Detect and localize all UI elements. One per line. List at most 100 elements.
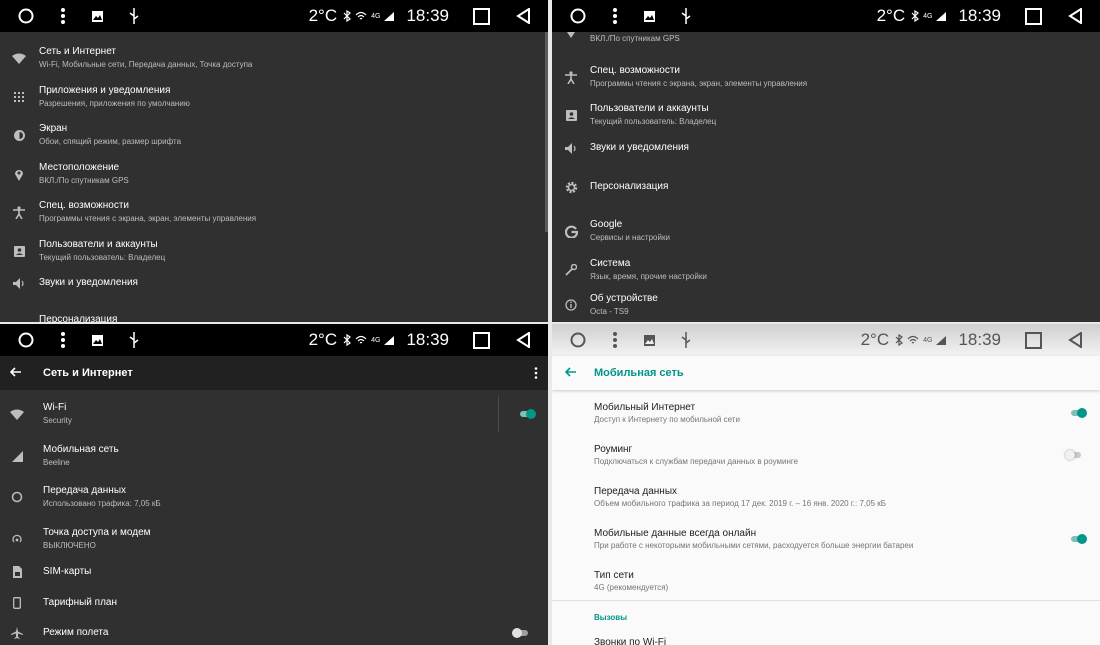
more-vert-icon[interactable]	[612, 331, 618, 349]
clock: 18:39	[406, 330, 449, 349]
image-icon	[92, 334, 103, 346]
list-item[interactable]: Передача данных Использовано трафика: 7,0…	[0, 479, 548, 515]
list-item[interactable]: Мобильная сеть Beeline	[0, 438, 548, 474]
data-usage-icon	[10, 490, 24, 504]
signal-icon	[936, 11, 947, 21]
accessibility-icon	[12, 205, 26, 219]
signal-icon	[384, 335, 395, 345]
image-icon	[92, 10, 103, 22]
accessibility-icon	[564, 70, 578, 84]
recents-button[interactable]	[1025, 331, 1042, 349]
list-item[interactable]: Система Язык, время, прочие настройки	[552, 252, 1100, 288]
list-item-roaming[interactable]: Роуминг Подключаться к службам передачи д…	[552, 440, 1100, 470]
status-bar: 2°C 4G 18:39	[552, 0, 1100, 32]
wifi-toggle[interactable]	[520, 409, 536, 419]
list-item[interactable]: Звуки и уведомления	[552, 137, 1100, 159]
list-item[interactable]: Тарифный план	[0, 592, 548, 614]
clock: 18:39	[958, 330, 1001, 349]
divider	[552, 600, 1100, 601]
image-icon	[644, 334, 655, 346]
toolbar: Мобильная сеть	[552, 356, 1100, 390]
bluetooth-icon	[895, 334, 904, 346]
list-item[interactable]: SIM-карты	[0, 561, 548, 583]
more-vert-icon[interactable]	[60, 331, 66, 349]
arrow-back-icon[interactable]	[10, 367, 21, 377]
page-title: Сеть и Интернет	[43, 367, 133, 379]
hotspot-icon	[10, 532, 24, 546]
back-icon[interactable]	[516, 332, 530, 348]
list-item[interactable]: Спец. возможности Программы чтения с экра…	[552, 59, 1100, 95]
list-item[interactable]: Спец. возможности Программы чтения с экра…	[0, 194, 548, 230]
list-item-always-online[interactable]: Мобильные данные всегда онлайн При работе…	[552, 524, 1100, 554]
settings-main-panel: 2°C 4G 18:39 Сеть и Интернет Wi-Fi, Мобил…	[0, 0, 548, 322]
wifi-icon	[355, 11, 367, 21]
list-item[interactable]: Звонки по Wi-Fi	[594, 637, 666, 645]
arrow-back-icon[interactable]	[565, 367, 576, 377]
list-item[interactable]: Звуки и уведомления	[0, 272, 548, 294]
more-vert-icon[interactable]	[612, 7, 618, 25]
back-icon[interactable]	[1068, 8, 1082, 24]
circle-home-icon[interactable]	[18, 8, 34, 24]
recents-button[interactable]	[473, 7, 490, 25]
list-item[interactable]: Пользователи и аккаунты Текущий пользоват…	[552, 97, 1100, 133]
circle-home-icon[interactable]	[570, 332, 586, 348]
clock: 18:39	[406, 6, 449, 25]
back-icon[interactable]	[516, 8, 530, 24]
list-item[interactable]: Передача данных Объем мобильного трафика …	[552, 482, 1100, 512]
list-item[interactable]: ВКЛ./По спутникам GPS	[552, 32, 1100, 46]
info-icon	[564, 298, 578, 312]
volume-icon	[564, 141, 578, 155]
overflow-menu-icon[interactable]	[534, 367, 538, 379]
list-item-mobile-internet[interactable]: Мобильный Интернет Доступ к Интернету по …	[552, 398, 1100, 428]
list-item[interactable]: Пользователи и аккаунты Текущий пользоват…	[0, 233, 548, 269]
temperature: 2°C	[876, 6, 906, 25]
list-item[interactable]: Персонализация	[0, 312, 548, 322]
wifi-icon	[10, 407, 24, 421]
airplane-mode-toggle[interactable]	[512, 628, 528, 638]
back-icon[interactable]	[1068, 332, 1082, 348]
wrench-icon	[564, 263, 578, 277]
network-type: 4G	[923, 12, 933, 20]
list-item[interactable]: Приложения и уведомления Разрешения, прил…	[0, 79, 548, 115]
network-type: 4G	[923, 336, 933, 344]
temperature: 2°C	[308, 330, 338, 349]
location-pin-icon	[564, 28, 578, 42]
phone-icon	[10, 596, 24, 610]
list-item[interactable]: Персонализация	[552, 176, 1100, 198]
recents-button[interactable]	[1025, 7, 1042, 25]
status-bar: 2°C 4G 18:39	[552, 324, 1100, 356]
list-item[interactable]: Google Сервисы и настройки	[552, 213, 1100, 249]
bluetooth-icon	[343, 334, 352, 346]
usb-icon	[129, 332, 139, 348]
list-item[interactable]: Тип сети 4G (рекомендуется)	[552, 566, 1100, 596]
bluetooth-icon	[911, 10, 920, 22]
list-item[interactable]: Сеть и Интернет Wi-Fi, Мобильные сети, Пе…	[0, 40, 548, 76]
more-vert-icon[interactable]	[60, 7, 66, 25]
usb-icon	[681, 8, 691, 24]
list-item[interactable]: Экран Обои, спящий режим, размер шрифта	[0, 117, 548, 153]
list-item[interactable]: Точка доступа и модем ВЫКЛЮЧЕНО	[0, 521, 548, 557]
roaming-toggle[interactable]	[1065, 450, 1081, 460]
recents-button[interactable]	[473, 331, 490, 349]
mobile-internet-toggle[interactable]	[1071, 408, 1087, 418]
network-type: 4G	[371, 336, 381, 344]
list-item[interactable]: Местоположение ВКЛ./По спутникам GPS	[0, 156, 548, 192]
circle-home-icon[interactable]	[570, 8, 586, 24]
status-bar: 2°C 4G 18:39	[0, 324, 548, 356]
always-online-toggle[interactable]	[1071, 534, 1087, 544]
gear-icon	[564, 180, 578, 194]
wifi-icon	[12, 51, 26, 65]
list-item[interactable]: Об устройстве Octa - TS9	[552, 291, 1100, 319]
temperature: 2°C	[860, 330, 890, 349]
list-item-wifi[interactable]: Wi-Fi Security	[0, 396, 548, 432]
status-bar: 2°C 4G 18:39	[0, 0, 548, 32]
circle-home-icon[interactable]	[18, 332, 34, 348]
brightness-icon	[12, 128, 26, 142]
airplane-icon	[10, 626, 24, 640]
signal-icon	[384, 11, 395, 21]
apps-grid-icon	[12, 90, 26, 104]
signal-icon	[10, 449, 24, 463]
list-item-airplane[interactable]: Режим полета	[0, 622, 548, 644]
settings-main-panel-scrolled: 2°C 4G 18:39 ВКЛ./По спутникам GPS Спец.…	[552, 0, 1100, 322]
scrollbar[interactable]	[545, 32, 548, 232]
